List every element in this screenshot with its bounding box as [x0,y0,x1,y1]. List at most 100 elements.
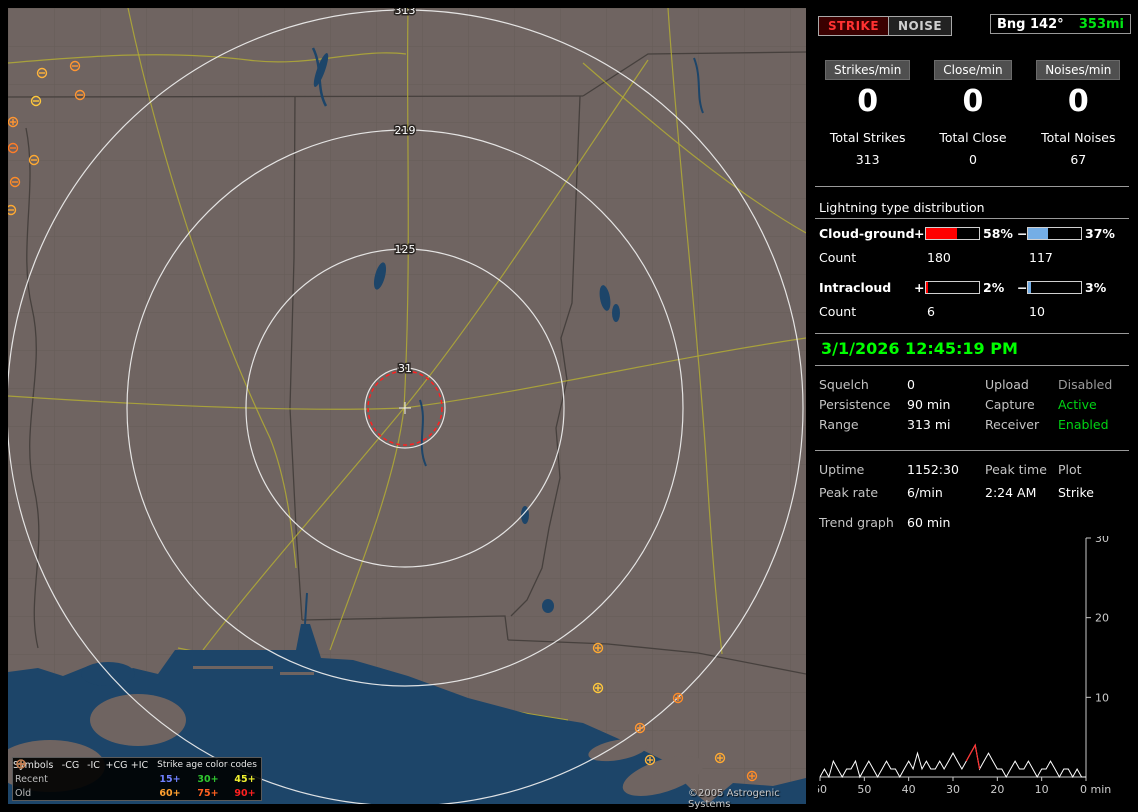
squelch-label: Squelch [819,377,869,392]
ic-positive-pct: 2% [983,280,1005,295]
svg-text:10: 10 [1095,691,1109,704]
total-strikes-label: Total Strikes [829,130,906,145]
svg-text:40: 40 [902,783,916,796]
total-strikes: Total Strikes 313 [815,130,920,167]
trend-graph-label: Trend graph [819,515,894,530]
total-strikes-value: 313 [855,152,880,167]
legend-row-recent: Recent [15,773,48,785]
strikes-per-min-label: Strikes/min [824,60,911,80]
svg-text:0 min: 0 min [1080,783,1111,796]
noises-per-min-counter: Noises/min 0 [1026,60,1131,119]
peak-time-label: Peak time [985,462,1047,477]
svg-text:20: 20 [1095,612,1109,625]
old-pos-ic-icon [18,761,151,799]
total-noises: Total Noises 67 [1026,130,1131,167]
status-panel: STRIKE NOISE Bng 142° 353mi Strikes/min … [815,8,1131,804]
noises-per-min-value: 0 [1067,84,1089,119]
separator [815,218,1129,219]
close-per-min-counter: Close/min 0 [920,60,1025,119]
age-15: 15+ [159,773,181,785]
persistence-value: 90 min [907,397,951,412]
separator [815,186,1129,187]
svg-text:31: 31 [398,362,412,375]
strike-map[interactable]: 313 219 125 31 Symbols -CG -IC +CG +IC Stri… [8,8,806,810]
close-per-min-label: Close/min [934,60,1012,80]
ic-count-label: Count [819,304,857,319]
noises-per-min-label: Noises/min [1036,60,1121,80]
peak-rate-label: Peak rate [819,485,879,500]
old-neg-ic-icon [18,763,105,799]
total-noises-value: 67 [1070,152,1087,167]
age-45: 45+ [234,773,256,785]
recent-neg-ic-icon [18,763,105,785]
peak-time-value: 2:24 AM [985,485,1037,500]
age-75: 75+ [197,787,219,799]
svg-text:20: 20 [990,783,1004,796]
minus-sign: − [1017,226,1028,241]
ic-negative-pct: 3% [1085,280,1107,295]
age-30: 30+ [197,773,219,785]
uptime-label: Uptime [819,462,865,477]
legend-col-pos-ic: +IC [130,759,149,771]
plus-sign: + [914,226,925,241]
svg-text:313: 313 [395,8,416,17]
cg-negative-pct: 37% [1085,226,1115,241]
ic-positive-bar [925,281,980,294]
age-90: 90+ [234,787,256,799]
map-canvas: 313 219 125 31 [8,8,806,804]
bearing-distance: 353mi [1078,16,1124,32]
legend-col-neg-cg: -CG [61,759,80,771]
cloud-ground-label: Cloud-ground [819,226,915,241]
rate-counters: Strikes/min 0 Close/min 0 Noises/min 0 [815,60,1131,119]
legend-age-header: Strike age color codes [157,760,257,770]
upload-status: Disabled [1058,377,1113,392]
separator [815,333,1129,334]
uptime-value: 1152:30 [907,462,959,477]
svg-text:30: 30 [1095,536,1109,545]
cg-positive-pct: 58% [983,226,1013,241]
cg-count-label: Count [819,250,857,265]
copyright-credit: ©2005 Astrogenic Systems [688,788,780,810]
separator [815,450,1129,451]
ic-positive-count: 6 [927,304,935,319]
capture-status: Active [1058,397,1097,412]
ic-negative-count: 10 [1029,304,1045,319]
range-value: 313 mi [907,417,951,432]
bearing-label: Bng 142° [997,16,1064,32]
old-neg-cg-icon [16,759,82,799]
recent-pos-ic-icon [18,761,151,785]
strikes-per-min-value: 0 [857,84,879,119]
cg-positive-bar [925,227,980,240]
svg-text:10: 10 [1035,783,1049,796]
strikes-per-min-counter: Strikes/min 0 [815,60,920,119]
plus-sign: + [914,280,925,295]
date-time-clock: 3/1/2026 12:45:19 PM [821,339,1018,358]
old-pos-cg-icon [16,759,128,799]
total-close: Total Close 0 [920,130,1025,167]
cg-positive-count: 180 [927,250,951,265]
capture-label: Capture [985,397,1035,412]
symbol-legend: Symbols -CG -IC +CG +IC Strike age color… [12,757,262,801]
bearing-readout: Bng 142° 353mi [990,14,1131,34]
svg-text:60: 60 [818,783,827,796]
total-noises-label: Total Noises [1041,130,1116,145]
range-label: Range [819,417,859,432]
noise-toggle-button[interactable]: NOISE [888,16,953,36]
recent-neg-cg-icon [16,759,82,785]
plot-value: Strike [1058,485,1094,500]
persistence-label: Persistence [819,397,891,412]
strike-toggle-button[interactable]: STRIKE [818,16,890,36]
totals-row: Total Strikes 313 Total Close 0 Total No… [815,130,1131,167]
cg-negative-bar [1027,227,1082,240]
total-close-value: 0 [969,152,977,167]
separator [815,365,1129,366]
lightning-tracker-screen: 313 219 125 31 Symbols -CG -IC +CG +IC Stri… [0,0,1138,812]
upload-label: Upload [985,377,1029,392]
minus-sign: − [1017,280,1028,295]
legend-row-old: Old [15,787,32,799]
receiver-status: Enabled [1058,417,1109,432]
strike-trend-graph: 30 20 10 60 50 40 30 20 10 0 min [818,536,1111,796]
ic-negative-bar [1027,281,1082,294]
intracloud-label: Intracloud [819,280,892,295]
receiver-label: Receiver [985,417,1040,432]
